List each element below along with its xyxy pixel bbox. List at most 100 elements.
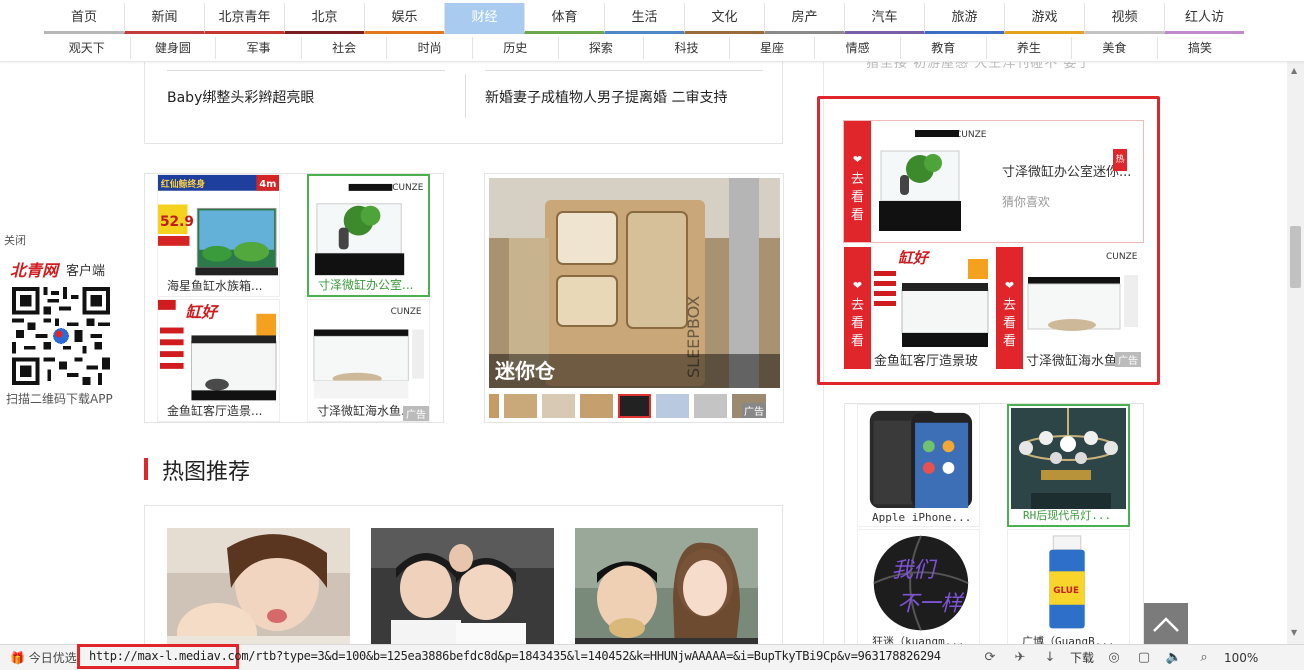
hot-picture-2[interactable] bbox=[371, 528, 554, 653]
qr-code-image bbox=[12, 287, 110, 385]
brand-mark: CUNZE bbox=[391, 307, 422, 317]
sleepbox-ad[interactable]: SLEEPBOX 迷你仓 广告 bbox=[484, 173, 784, 423]
status-icons: ⟳ ✈ ↓ 下载 ◎ ▢ 🔈 ⌕ 100% bbox=[980, 649, 1259, 666]
go-see-tab[interactable]: ❤ 去看看 bbox=[844, 121, 871, 242]
nav-tab-5[interactable]: 财经 bbox=[444, 3, 524, 34]
news-link-2[interactable]: 新婚妻子成植物人男子提离婚 二审支持 bbox=[485, 87, 727, 107]
sleepbox-thumb[interactable] bbox=[489, 394, 499, 418]
nav-tab-2[interactable]: 北京青年 bbox=[204, 3, 284, 34]
seawater-tank-ad-image: CUNZE bbox=[308, 300, 429, 404]
go-see-tab[interactable]: ❤ 去看看 bbox=[844, 247, 871, 369]
go-see-label: 去看看 bbox=[851, 172, 865, 223]
search-icon[interactable]: ⌕ bbox=[1194, 650, 1214, 666]
sleepbox-thumbnails: 广告 bbox=[489, 394, 766, 418]
qr-close-link[interactable]: 关闭 bbox=[4, 232, 26, 248]
nav-tab-10[interactable]: 汽车 bbox=[844, 3, 924, 34]
sleepbox-thumb[interactable] bbox=[542, 394, 575, 418]
nav-tab-3[interactable]: 北京 bbox=[284, 3, 364, 34]
nav-subtab-4[interactable]: 时尚 bbox=[386, 37, 472, 59]
scroll-up-arrow-icon[interactable]: ▲ bbox=[1291, 66, 1297, 75]
sleepbox-thumb[interactable] bbox=[580, 394, 613, 418]
refresh-icon[interactable]: ⟳ bbox=[980, 650, 1000, 666]
go-see-tab[interactable]: ❤ 去看看 bbox=[996, 247, 1023, 369]
sleepbox-thumb[interactable] bbox=[618, 394, 651, 418]
nav-subtab-0[interactable]: 观天下 bbox=[44, 37, 130, 59]
svg-text:缸好: 缸好 bbox=[898, 249, 931, 267]
qr-download-tip: 扫描二维码下载APP bbox=[6, 392, 113, 406]
news-link-1[interactable]: Baby绑整头彩辫超亮眼 bbox=[167, 87, 314, 107]
sleepbox-thumb[interactable] bbox=[656, 394, 689, 418]
back-to-top-button[interactable] bbox=[1144, 603, 1188, 647]
ad-label: 广告 bbox=[742, 403, 766, 418]
ad-tile-3[interactable]: 缸好 金鱼缸客厅造景... bbox=[157, 299, 280, 422]
heart-icon: ❤ bbox=[1004, 279, 1015, 292]
nav-tab-7[interactable]: 生活 bbox=[604, 3, 684, 34]
sleepbox-thumb[interactable]: 广告 bbox=[732, 394, 766, 418]
nav-primary-row: 首页 新闻 北京青年 北京 娱乐 财经 体育 生活 文化 房产 汽车 旅游 游戏 视频 红人访 bbox=[44, 3, 1244, 34]
nav-tab-12[interactable]: 游戏 bbox=[1004, 3, 1084, 34]
guess-you-like-1[interactable]: ❤ 去看看 缸好 金鱼缸客厅造景玻 bbox=[844, 247, 991, 369]
site-logo: 北青网 bbox=[10, 261, 59, 280]
aquarium-ad-grid: 红仙鲸终身 4m 52.9 海星鱼缸水族箱... CUNZE 寸泽微缸办公室..… bbox=[144, 173, 444, 423]
news-divider bbox=[465, 74, 466, 118]
nav-subtab-9[interactable]: 情感 bbox=[814, 37, 900, 59]
nav-tab-11[interactable]: 旅游 bbox=[924, 3, 1004, 34]
nav-subtab-2[interactable]: 军事 bbox=[215, 37, 301, 59]
hot-picture-1[interactable] bbox=[167, 528, 350, 653]
product-tile-4[interactable]: GLUE 广博（GuangB... bbox=[1007, 529, 1130, 652]
sleepbox-title: 迷你仓 bbox=[489, 354, 780, 388]
glue-stick-image: GLUE bbox=[1010, 532, 1127, 634]
nav-subtab-7[interactable]: 科技 bbox=[643, 37, 729, 59]
nav-subtab-8[interactable]: 星座 bbox=[728, 37, 815, 59]
svg-text:4m: 4m bbox=[259, 179, 276, 190]
nav-subtab-1[interactable]: 健身圆 bbox=[129, 37, 216, 59]
product-tile-2[interactable]: RH后现代吊灯... bbox=[1007, 404, 1130, 527]
news-card: Baby绑整头彩辫超亮眼 新婚妻子成植物人男子提离婚 二审支持 bbox=[144, 54, 783, 144]
browser-logo-icon[interactable]: ◎ bbox=[1104, 650, 1124, 666]
speaker-icon[interactable]: 🔈 bbox=[1164, 650, 1184, 666]
nav-tab-14[interactable]: 红人访 bbox=[1164, 3, 1244, 34]
ad-tile-2[interactable]: CUNZE 寸泽微缸办公室... bbox=[307, 174, 430, 297]
window-icon[interactable]: ▢ bbox=[1134, 650, 1154, 666]
nav-subtab-12[interactable]: 美食 bbox=[1071, 37, 1157, 59]
gift-icon: 🎁 bbox=[10, 651, 25, 665]
nav-tab-0[interactable]: 首页 bbox=[44, 3, 124, 34]
chevron-up-icon bbox=[1153, 617, 1179, 632]
today-picks[interactable]: 🎁 今日优选 bbox=[10, 649, 77, 666]
sleepbox-thumb[interactable] bbox=[504, 394, 537, 418]
ad-tile-caption: 寸泽微缸办公室... bbox=[318, 278, 414, 292]
nav-subtab-6[interactable]: 探索 bbox=[557, 37, 644, 59]
guess-caption[interactable]: 金鱼缸客厅造景玻 bbox=[874, 350, 989, 369]
sleepbox-thumb[interactable] bbox=[694, 394, 727, 418]
nav-tab-8[interactable]: 文化 bbox=[684, 3, 764, 34]
nav-tab-9[interactable]: 房产 bbox=[764, 3, 844, 34]
product-tile-1[interactable]: Apple iPhone... bbox=[857, 404, 980, 527]
guess-you-like-2[interactable]: ❤ 去看看 CUNZE 寸泽微缸海水鱼缸 广告 bbox=[996, 247, 1143, 369]
goldfish-tank-thumb: 缸好 bbox=[872, 247, 991, 349]
status-url: http://max-l.mediav.com/rtb?type=3&d=100… bbox=[89, 649, 941, 663]
ad-tile-4[interactable]: CUNZE 寸泽微缸海水鱼... 广告 bbox=[307, 299, 430, 422]
scroll-down-arrow-icon[interactable]: ▼ bbox=[1291, 628, 1297, 637]
pin-icon[interactable]: ✈ bbox=[1010, 650, 1030, 666]
download-arrow-icon[interactable]: ↓ bbox=[1040, 650, 1060, 666]
download-label[interactable]: 下载 bbox=[1070, 649, 1094, 666]
product-tile-3[interactable]: 我们 不一样 狂迷（kuangm... bbox=[857, 529, 980, 652]
nav-subtab-13[interactable]: 搞笑 bbox=[1156, 37, 1243, 59]
nav-subtab-5[interactable]: 历史 bbox=[471, 37, 558, 59]
nav-subtab-10[interactable]: 教育 bbox=[899, 37, 986, 59]
nav-tab-13[interactable]: 视频 bbox=[1084, 3, 1164, 34]
nav-tab-6[interactable]: 体育 bbox=[524, 3, 604, 34]
nav-subtab-3[interactable]: 社会 bbox=[300, 37, 387, 59]
brand-mark: CUNZE bbox=[392, 183, 423, 193]
qr-client-label: 客户端 bbox=[66, 264, 106, 279]
nav-tab-1[interactable]: 新闻 bbox=[124, 3, 204, 34]
ad-tile-1[interactable]: 红仙鲸终身 4m 52.9 海星鱼缸水族箱... bbox=[157, 174, 280, 297]
guess-you-like-main[interactable]: ❤ 去看看 CUNZE 寸泽微缸办公室迷你... 猜你喜欢 热 bbox=[843, 120, 1144, 243]
scroll-thumb[interactable] bbox=[1290, 226, 1301, 288]
nav-tab-4[interactable]: 娱乐 bbox=[364, 3, 444, 34]
vertical-scrollbar[interactable]: ▲ ▼ bbox=[1287, 62, 1304, 644]
nav-subtab-11[interactable]: 养生 bbox=[985, 37, 1072, 59]
hot-picture-3[interactable] bbox=[575, 528, 758, 653]
zoom-level[interactable]: 100% bbox=[1224, 651, 1258, 665]
ad-price: 52.9 bbox=[160, 214, 194, 230]
